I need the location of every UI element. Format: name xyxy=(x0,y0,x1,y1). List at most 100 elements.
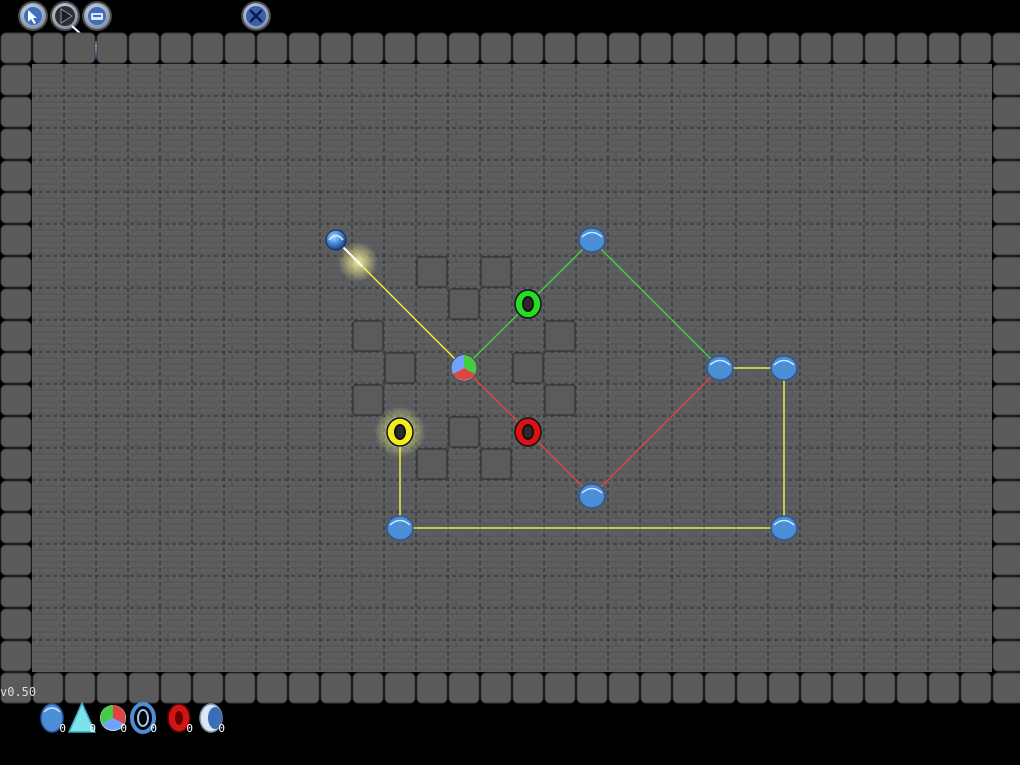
wall-tile xyxy=(384,32,416,64)
obstacle-block xyxy=(352,320,384,352)
mirror-body xyxy=(578,227,606,253)
wall-tile xyxy=(992,288,1020,320)
inventory-slot-lens[interactable]: 0 xyxy=(195,700,227,736)
inventory-count: 0 xyxy=(120,722,127,735)
select-tool-button[interactable] xyxy=(18,1,48,31)
wall-tile xyxy=(992,640,1020,672)
mirror-body xyxy=(386,515,414,541)
close-button[interactable] xyxy=(241,1,271,31)
wall-tile xyxy=(992,192,1020,224)
wall-tile xyxy=(192,32,224,64)
wall-tile xyxy=(704,672,736,704)
wall-tile xyxy=(128,672,160,704)
wall-tile xyxy=(448,672,480,704)
play-tool-button[interactable] xyxy=(50,1,80,31)
wall-tile xyxy=(992,128,1020,160)
inventory-count: 0 xyxy=(186,722,193,735)
wall-tile xyxy=(0,448,32,480)
mirror-body xyxy=(770,355,798,381)
wall-tile xyxy=(992,448,1020,480)
wall-tile xyxy=(256,32,288,64)
wall-tile xyxy=(0,96,32,128)
wall-tile xyxy=(0,64,32,96)
wall-tile xyxy=(512,32,544,64)
game-board[interactable] xyxy=(0,32,1020,704)
wall-tile xyxy=(352,32,384,64)
wall-tile xyxy=(576,672,608,704)
inventory-slot-filter[interactable]: 0 xyxy=(163,700,195,736)
wall-tile xyxy=(768,32,800,64)
wall-tile xyxy=(992,384,1020,416)
game-stage xyxy=(0,1,1020,704)
beam-splitter[interactable] xyxy=(450,354,478,382)
target-ring xyxy=(514,289,542,319)
inventory-count: 0 xyxy=(59,722,66,735)
wall-tile xyxy=(416,672,448,704)
mirror-piece[interactable] xyxy=(770,515,798,541)
wall-tile xyxy=(800,32,832,64)
wall-tile xyxy=(0,608,32,640)
wall-tile xyxy=(448,32,480,64)
mirror-piece[interactable] xyxy=(770,355,798,381)
wall-tile xyxy=(32,32,64,64)
target-hole xyxy=(522,424,534,440)
wall-tile xyxy=(256,672,288,704)
save-tool-button[interactable] xyxy=(82,1,112,31)
wall-tile xyxy=(992,672,1020,704)
wall-tile xyxy=(992,544,1020,576)
splitter-piece[interactable] xyxy=(450,354,478,382)
wall-tile xyxy=(0,512,32,544)
inventory-slot-splitter[interactable]: 0 xyxy=(97,700,129,736)
wall-tile xyxy=(864,672,896,704)
inventory-slot-mirror[interactable]: 0 xyxy=(36,700,68,736)
wall-tile xyxy=(704,32,736,64)
wall-tile xyxy=(992,480,1020,512)
wall-tile xyxy=(0,160,32,192)
wall-tile xyxy=(864,32,896,64)
wall-tile xyxy=(128,32,160,64)
obstacle-block xyxy=(384,352,416,384)
wall-tile xyxy=(800,672,832,704)
obstacle-block xyxy=(416,448,448,480)
wall-tile xyxy=(480,672,512,704)
inventory-slot-prism[interactable]: 0 xyxy=(66,700,98,736)
wall-tile xyxy=(224,32,256,64)
disk-icon xyxy=(91,13,103,20)
wall-tile xyxy=(576,32,608,64)
target-ring xyxy=(514,417,542,447)
obstacle-block xyxy=(448,416,480,448)
wall-tile xyxy=(672,32,704,64)
wall-tile xyxy=(640,32,672,64)
wall-tile xyxy=(992,160,1020,192)
inventory-slot-portal[interactable]: 0 xyxy=(127,700,159,736)
wall-tile xyxy=(544,672,576,704)
mirror-body xyxy=(706,355,734,381)
wall-tile xyxy=(0,288,32,320)
wall-tile xyxy=(384,672,416,704)
wall-tile xyxy=(32,672,64,704)
wall-tile xyxy=(320,32,352,64)
wall-tile xyxy=(160,672,192,704)
obstacle-block xyxy=(512,352,544,384)
wall-tile xyxy=(992,32,1020,64)
version-label: v0.50 xyxy=(0,685,37,699)
wall-tile xyxy=(0,320,32,352)
mirror-piece[interactable] xyxy=(578,227,606,253)
mirror-piece[interactable] xyxy=(578,483,606,509)
obstacle-block xyxy=(480,448,512,480)
wall-tile xyxy=(0,384,32,416)
wall-tile xyxy=(544,32,576,64)
wall-tile xyxy=(0,352,32,384)
wall-tile xyxy=(896,672,928,704)
wall-tile xyxy=(288,32,320,64)
inventory-count: 0 xyxy=(150,722,157,735)
wall-tile xyxy=(480,32,512,64)
obstacle-block xyxy=(352,384,384,416)
obstacle-block xyxy=(416,256,448,288)
mirror-piece[interactable] xyxy=(386,515,414,541)
wall-tile xyxy=(992,256,1020,288)
wall-tile xyxy=(960,672,992,704)
wall-tile xyxy=(640,672,672,704)
mirror-piece[interactable] xyxy=(706,355,734,381)
wall-tile xyxy=(608,32,640,64)
